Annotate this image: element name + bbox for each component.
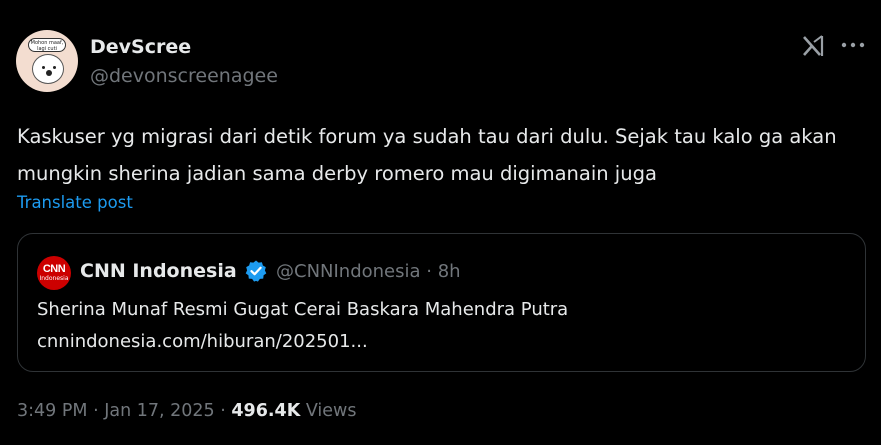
avatar-hand — [46, 70, 52, 76]
author-handle[interactable]: @devonscreenagee — [90, 65, 278, 87]
tweet-timestamp[interactable]: 3:49 PM · Jan 17, 2025 · — [17, 401, 231, 421]
translate-post-link[interactable]: Translate post — [17, 193, 133, 212]
avatar[interactable]: Mohon maaf, lagi cuti — [16, 30, 78, 92]
avatar-eye-left — [42, 66, 45, 69]
quote-text-title: Sherina Munaf Resmi Gugat Cerai Baskara … — [37, 299, 569, 320]
author-display-name[interactable]: DevScree — [90, 36, 191, 58]
avatar-face — [32, 54, 64, 84]
cnn-logo-icon[interactable]: CNN Indonesia — [37, 256, 71, 290]
cnn-logo-subtext: Indonesia — [39, 275, 69, 282]
verified-badge-icon — [245, 260, 267, 282]
tweet-meta: 3:49 PM · Jan 17, 2025 · 496.4K Views — [17, 401, 357, 421]
quote-link-url[interactable]: cnnindonesia.com/hiburan/202501... — [37, 331, 368, 352]
views-count: 496.4K — [231, 401, 301, 421]
avatar-caption: Mohon maaf, lagi cuti — [28, 38, 66, 52]
views-label: Views — [300, 401, 357, 421]
quoted-tweet-card[interactable]: CNN Indonesia CNN Indonesia @CNNIndonesi… — [17, 233, 866, 372]
more-options-icon[interactable] — [840, 38, 866, 52]
cnn-logo-text: CNN — [42, 263, 66, 275]
quote-handle-time[interactable]: @CNNIndonesia · 8h — [276, 261, 461, 282]
grok-icon[interactable] — [800, 33, 826, 59]
quote-author-name[interactable]: CNN Indonesia — [80, 260, 237, 282]
tweet-text: Kaskuser yg migrasi dari detik forum ya … — [17, 125, 837, 185]
avatar-eye-right — [53, 66, 56, 69]
